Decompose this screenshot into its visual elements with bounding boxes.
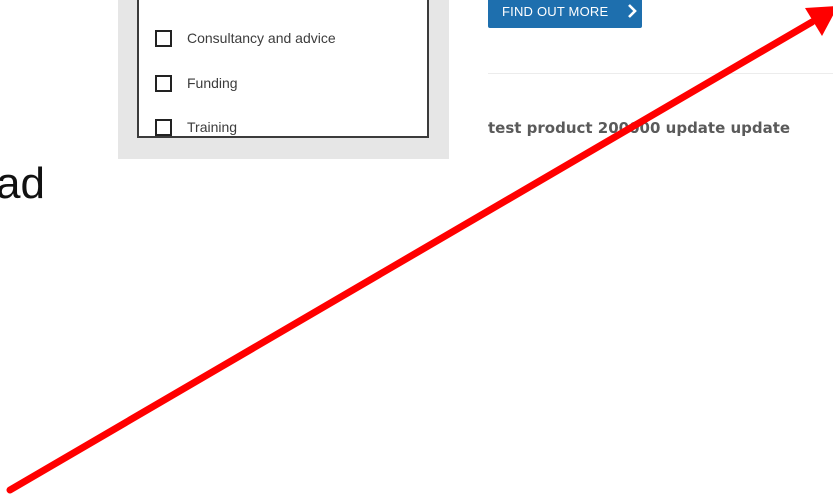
heading-fragment: ad: [0, 159, 45, 208]
filter-item-consultancy[interactable]: Consultancy and advice: [155, 27, 336, 49]
find-out-more-button[interactable]: FIND OUT MORE: [488, 0, 642, 28]
product-title[interactable]: test product 200000 update update: [488, 119, 790, 137]
checkbox-funding[interactable]: [155, 74, 172, 92]
filter-list: Consultancy and advice Funding Training: [137, 0, 429, 138]
filter-item-training[interactable]: Training: [155, 116, 237, 138]
find-out-more-label: FIND OUT MORE: [502, 3, 609, 19]
filter-panel: Consultancy and advice Funding Training: [118, 0, 449, 159]
divider: [488, 73, 833, 74]
checkbox-training[interactable]: [155, 118, 172, 136]
chevron-right-icon: [624, 3, 640, 19]
filter-label: Training: [187, 119, 238, 135]
filter-label: Funding: [187, 75, 238, 91]
filter-label: Consultancy and advice: [187, 30, 336, 46]
checkbox-consultancy[interactable]: [155, 29, 172, 47]
filter-item-funding[interactable]: Funding: [155, 72, 238, 94]
